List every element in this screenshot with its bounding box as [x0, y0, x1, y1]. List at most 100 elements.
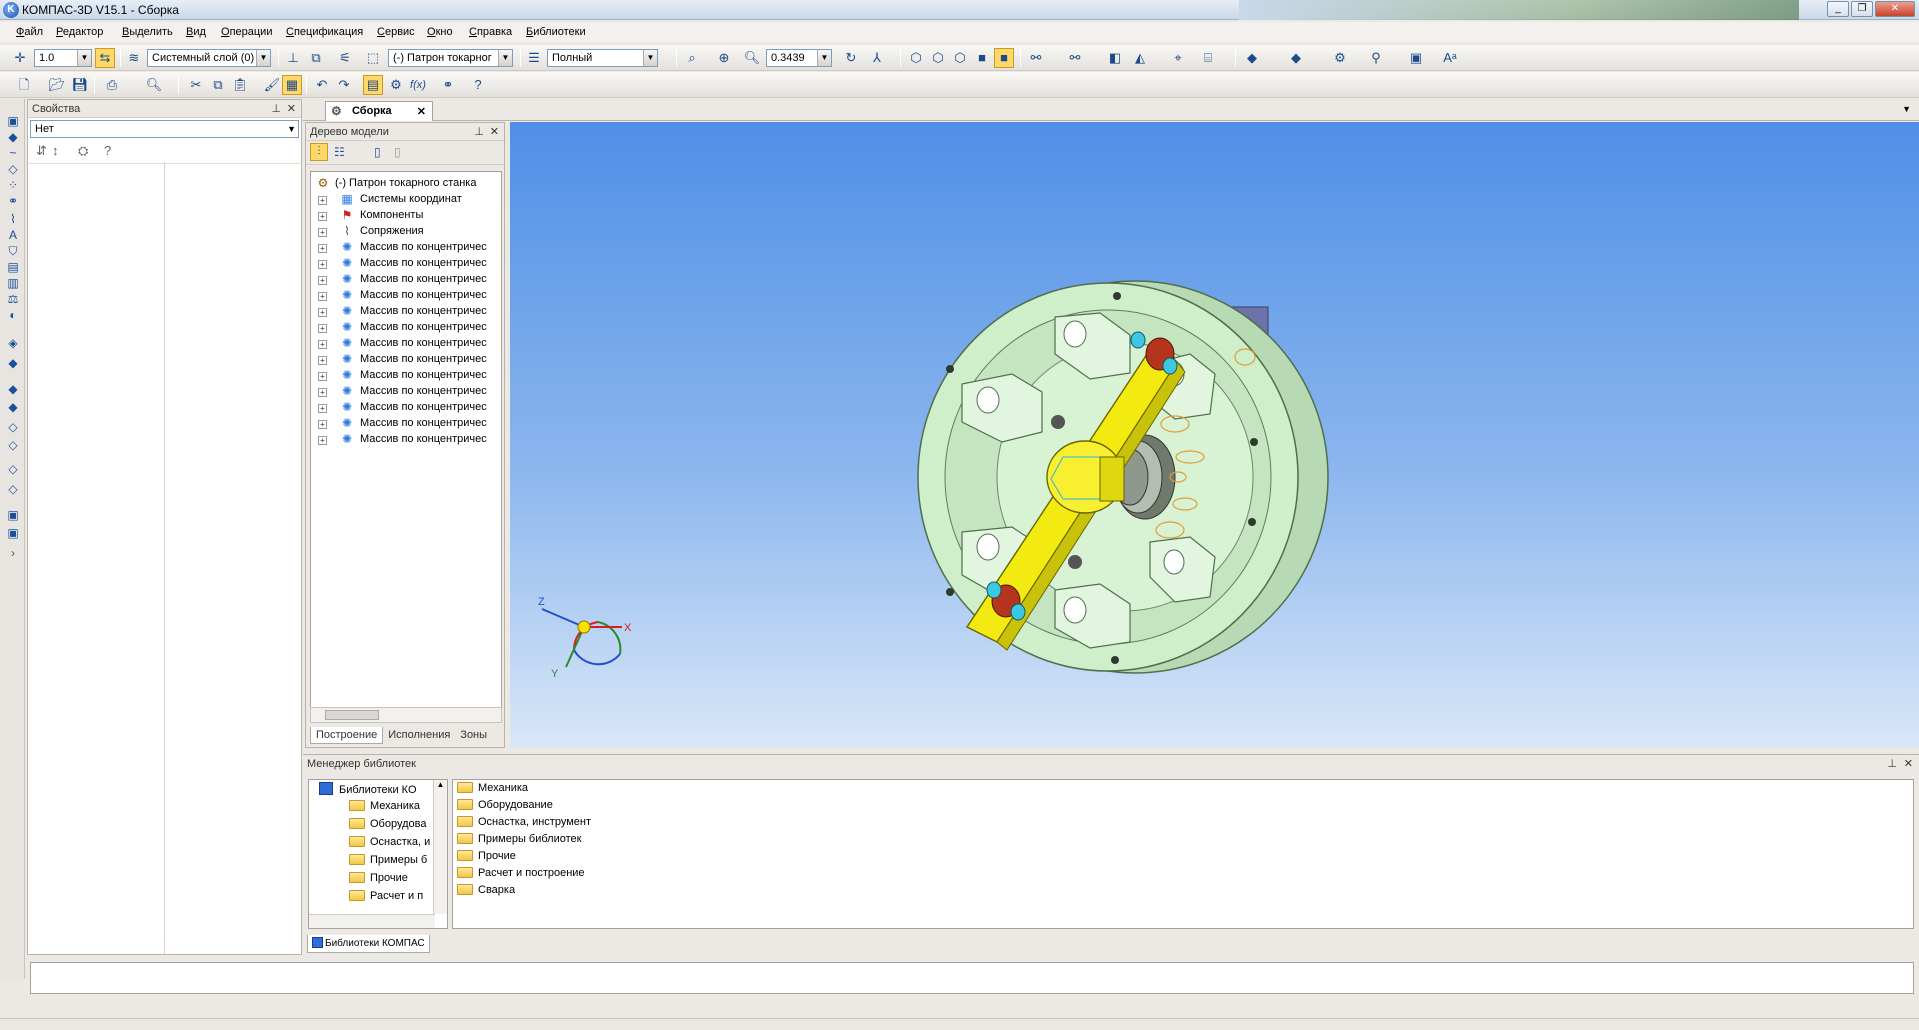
- pipe-icon[interactable]: ◆: [5, 355, 21, 371]
- library-list-item[interactable]: Расчет и построение: [457, 867, 585, 883]
- menu-edit[interactable]: Редактор: [56, 26, 103, 38]
- menu-service[interactable]: Сервис: [377, 26, 415, 38]
- menu-select[interactable]: Выделить: [122, 26, 173, 38]
- paste-icon[interactable]: 📋︎: [230, 75, 250, 95]
- close-tab-icon[interactable]: ✕: [417, 105, 426, 118]
- expand-panel-icon[interactable]: ›: [5, 545, 21, 561]
- library-icon[interactable]: ⚭: [438, 75, 458, 95]
- library-tree-item[interactable]: Прочие: [349, 872, 408, 888]
- minimize-button[interactable]: _: [1827, 1, 1849, 17]
- menu-operations[interactable]: Операции: [221, 26, 272, 38]
- variables-icon[interactable]: f(x): [408, 75, 428, 95]
- view-mode-combo[interactable]: Полный ▼: [547, 49, 658, 67]
- surface-icon[interactable]: ◐: [5, 307, 21, 323]
- zoom-icon[interactable]: 🔍︎: [742, 48, 762, 68]
- pin-icon[interactable]: ⊥: [474, 125, 484, 138]
- close-window-button[interactable]: ✕: [1875, 1, 1915, 17]
- menu-specification[interactable]: Спецификация: [286, 26, 363, 38]
- library-tools-icon[interactable]: ⚲: [1366, 48, 1386, 68]
- measure-icon[interactable]: ⌖: [1168, 48, 1188, 68]
- display-mode-icon[interactable]: ☰: [524, 48, 544, 68]
- sketch-icon[interactable]: ⌸: [1198, 48, 1218, 68]
- component-icon[interactable]: ◆: [5, 129, 21, 145]
- solid-icon[interactable]: ◆: [5, 381, 21, 397]
- gray-tool2-icon[interactable]: ◇: [5, 437, 21, 453]
- rotate-op-icon[interactable]: ◆: [1286, 48, 1306, 68]
- zoom-fit-icon[interactable]: ⊕: [714, 48, 734, 68]
- tree-structure-icon[interactable]: ☷: [334, 145, 345, 159]
- gray-tool3-icon[interactable]: ◇: [5, 461, 21, 477]
- library-tree-item[interactable]: Примеры б: [349, 854, 427, 870]
- snap-toggle-icon[interactable]: ⇆: [95, 48, 115, 68]
- cut-icon[interactable]: ✂: [186, 75, 206, 95]
- parameter-input-bar[interactable]: [30, 962, 1914, 994]
- layer-combo[interactable]: Системный слой (0) ▼: [147, 49, 271, 67]
- dimension-icon[interactable]: A: [5, 227, 21, 243]
- library-list-item[interactable]: Сварка: [457, 884, 515, 900]
- close-icon[interactable]: ✕: [287, 102, 296, 115]
- orientation-icon[interactable]: ⅄: [867, 48, 887, 68]
- tree-doc2-icon[interactable]: ▯: [394, 145, 401, 159]
- help-pointer-icon[interactable]: ?: [468, 75, 488, 95]
- new-file-icon[interactable]: 🗋: [14, 75, 34, 95]
- step-cursor-icon[interactable]: ✛: [10, 48, 30, 68]
- extrude-icon[interactable]: ◆: [1242, 48, 1262, 68]
- selection-filter-icon[interactable]: ⛉: [5, 243, 21, 259]
- close-icon[interactable]: ✕: [490, 125, 499, 138]
- properties-brush-icon[interactable]: 🖌︎: [262, 75, 282, 95]
- library-tree-item[interactable]: Оснастка, и: [349, 836, 430, 852]
- layers-icon[interactable]: ≋: [124, 48, 144, 68]
- tab-assembly[interactable]: ⚙ Сборка ✕: [325, 101, 433, 121]
- mates-icon[interactable]: ⚭: [5, 193, 21, 209]
- blue-tool2-icon[interactable]: ▣: [5, 525, 21, 541]
- coordinate-icon[interactable]: ⊥: [283, 48, 303, 68]
- zoom-window-icon[interactable]: ⌕: [682, 48, 702, 68]
- auxiliary-geometry-icon[interactable]: ◇: [5, 161, 21, 177]
- menu-file[interactable]: Файл: [16, 26, 43, 38]
- properties-panel-icon[interactable]: ▦: [282, 75, 302, 95]
- report-icon[interactable]: ▥: [5, 275, 21, 291]
- section-icon[interactable]: ◧: [1105, 48, 1125, 68]
- solid2-icon[interactable]: ◆: [5, 399, 21, 415]
- array-icon[interactable]: ⚙: [1330, 48, 1350, 68]
- library-root[interactable]: Библиотеки КО: [319, 782, 417, 798]
- curve-icon[interactable]: ~: [5, 145, 21, 161]
- edit-assembly-icon[interactable]: ▣: [5, 113, 21, 129]
- library-tree-item[interactable]: Оборудова: [349, 818, 426, 834]
- menu-window[interactable]: Окно: [427, 26, 453, 38]
- thin-lines-icon[interactable]: ⬡: [950, 48, 970, 68]
- pin-icon[interactable]: ⊥: [1887, 757, 1897, 770]
- print-icon[interactable]: ⎙: [102, 75, 122, 95]
- sort-alpha-icon[interactable]: ↕: [52, 143, 59, 158]
- green-part-icon[interactable]: ▣: [1406, 48, 1426, 68]
- halftone-icon[interactable]: ■: [972, 48, 992, 68]
- spec-icon[interactable]: ▤: [5, 259, 21, 275]
- menu-view[interactable]: Вид: [186, 26, 206, 38]
- library-list-item[interactable]: Оснастка, инструмент: [457, 816, 591, 832]
- tab-list-icon[interactable]: ▼: [1902, 104, 1911, 114]
- library-list-item[interactable]: Прочие: [457, 850, 516, 866]
- step-combo[interactable]: 1.0 ▼: [34, 49, 92, 67]
- model-tree-icon[interactable]: ▤: [363, 75, 383, 95]
- gray-tool-icon[interactable]: ◇: [5, 419, 21, 435]
- gray-tool4-icon[interactable]: ◇: [5, 481, 21, 497]
- text-style-icon[interactable]: Aᵃ: [1440, 48, 1460, 68]
- library-tree-item[interactable]: Расчет и п: [349, 890, 423, 906]
- library-list-item[interactable]: Примеры библиотек: [457, 833, 581, 849]
- filter-icon[interactable]: ⚯: [1026, 48, 1046, 68]
- tree-horizontal-scrollbar[interactable]: [310, 707, 502, 723]
- pin-icon[interactable]: ⊥: [271, 102, 281, 115]
- tab-zones[interactable]: Зоны: [455, 727, 492, 743]
- library-list-item[interactable]: Оборудование: [457, 799, 553, 815]
- library-tree-vscroll[interactable]: ▲: [433, 780, 447, 914]
- library-list-item[interactable]: Механика: [457, 782, 528, 798]
- tree-order-icon[interactable]: ⫶: [310, 143, 328, 161]
- close-icon[interactable]: ✕: [1904, 757, 1913, 770]
- manager-icon[interactable]: ⚙: [386, 75, 406, 95]
- tab-kompas-libraries[interactable]: Библиотеки КОМПАС: [307, 935, 430, 953]
- hidden-lines-icon[interactable]: ⬡: [928, 48, 948, 68]
- assembly-combo[interactable]: (-) Патрон токарног ▼: [388, 49, 513, 67]
- tab-executions[interactable]: Исполнения: [383, 727, 455, 743]
- copy-props-icon[interactable]: ⧉: [306, 48, 326, 68]
- tree-doc-icon[interactable]: ▯: [374, 145, 381, 159]
